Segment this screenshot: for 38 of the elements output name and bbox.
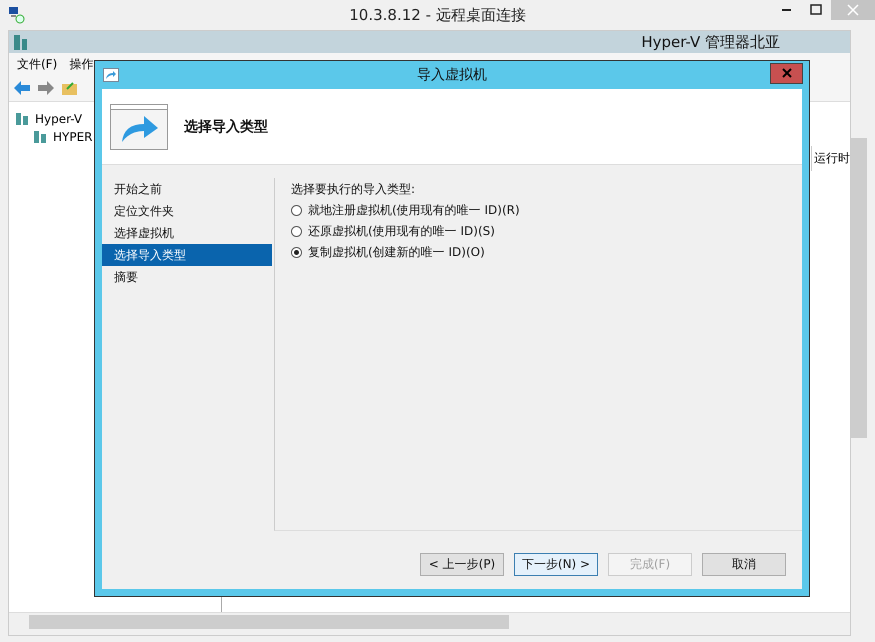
arrow-icon xyxy=(103,68,119,82)
close-icon xyxy=(847,4,859,16)
close-icon xyxy=(782,68,792,78)
option-label[interactable]: 还原虚拟机(使用现有的唯一 ID)(S) xyxy=(308,223,495,240)
horizontal-scrollbar[interactable] xyxy=(9,612,850,635)
server-icon xyxy=(15,112,29,126)
page-heading: 选择导入类型 xyxy=(184,118,268,136)
folder-icon[interactable] xyxy=(61,80,79,96)
step-item[interactable]: 开始之前 xyxy=(102,178,272,200)
step-item[interactable]: 选择导入类型 xyxy=(102,244,272,266)
menu-item[interactable]: 文件(F) xyxy=(17,56,58,72)
option-label[interactable]: 就地注册虚拟机(使用现有的唯一 ID)(R) xyxy=(308,202,520,219)
step-item[interactable]: 定位文件夹 xyxy=(102,200,272,222)
option-label[interactable]: 复制虚拟机(创建新的唯一 ID)(O) xyxy=(308,244,485,261)
dialog-title: 导入虚拟机 xyxy=(417,66,487,84)
app-title: Hyper-V 管理器北亚 xyxy=(641,32,780,52)
tree-item[interactable]: HYPER xyxy=(53,130,93,144)
close-button[interactable] xyxy=(770,62,803,84)
dialog-button[interactable]: 下一步(N) > xyxy=(514,552,598,576)
radio-button[interactable] xyxy=(291,205,302,216)
window-title: 10.3.8.12 - 远程桌面连接 xyxy=(349,6,526,24)
radio-button[interactable] xyxy=(291,247,302,258)
dialog-button[interactable]: 取消 xyxy=(702,552,786,576)
column-header[interactable]: 运行时 xyxy=(811,146,850,171)
forward-arrow-icon[interactable] xyxy=(37,80,55,96)
back-arrow-icon[interactable] xyxy=(13,80,31,96)
prompt-text: 选择要执行的导入类型: xyxy=(291,181,416,198)
step-item[interactable]: 选择虚拟机 xyxy=(102,222,272,244)
dialog-button[interactable]: < 上一步(P) xyxy=(420,552,504,576)
tree-item[interactable]: Hyper-V xyxy=(35,112,82,126)
server-icon xyxy=(33,130,47,144)
menu-item[interactable]: 操作 xyxy=(69,56,94,72)
maximize-icon xyxy=(810,4,822,16)
step-item[interactable]: 摘要 xyxy=(102,266,272,288)
remote-desktop-icon xyxy=(8,6,26,24)
minimize-icon xyxy=(782,9,790,11)
radio-button[interactable] xyxy=(291,226,302,237)
server-icon xyxy=(13,33,29,51)
